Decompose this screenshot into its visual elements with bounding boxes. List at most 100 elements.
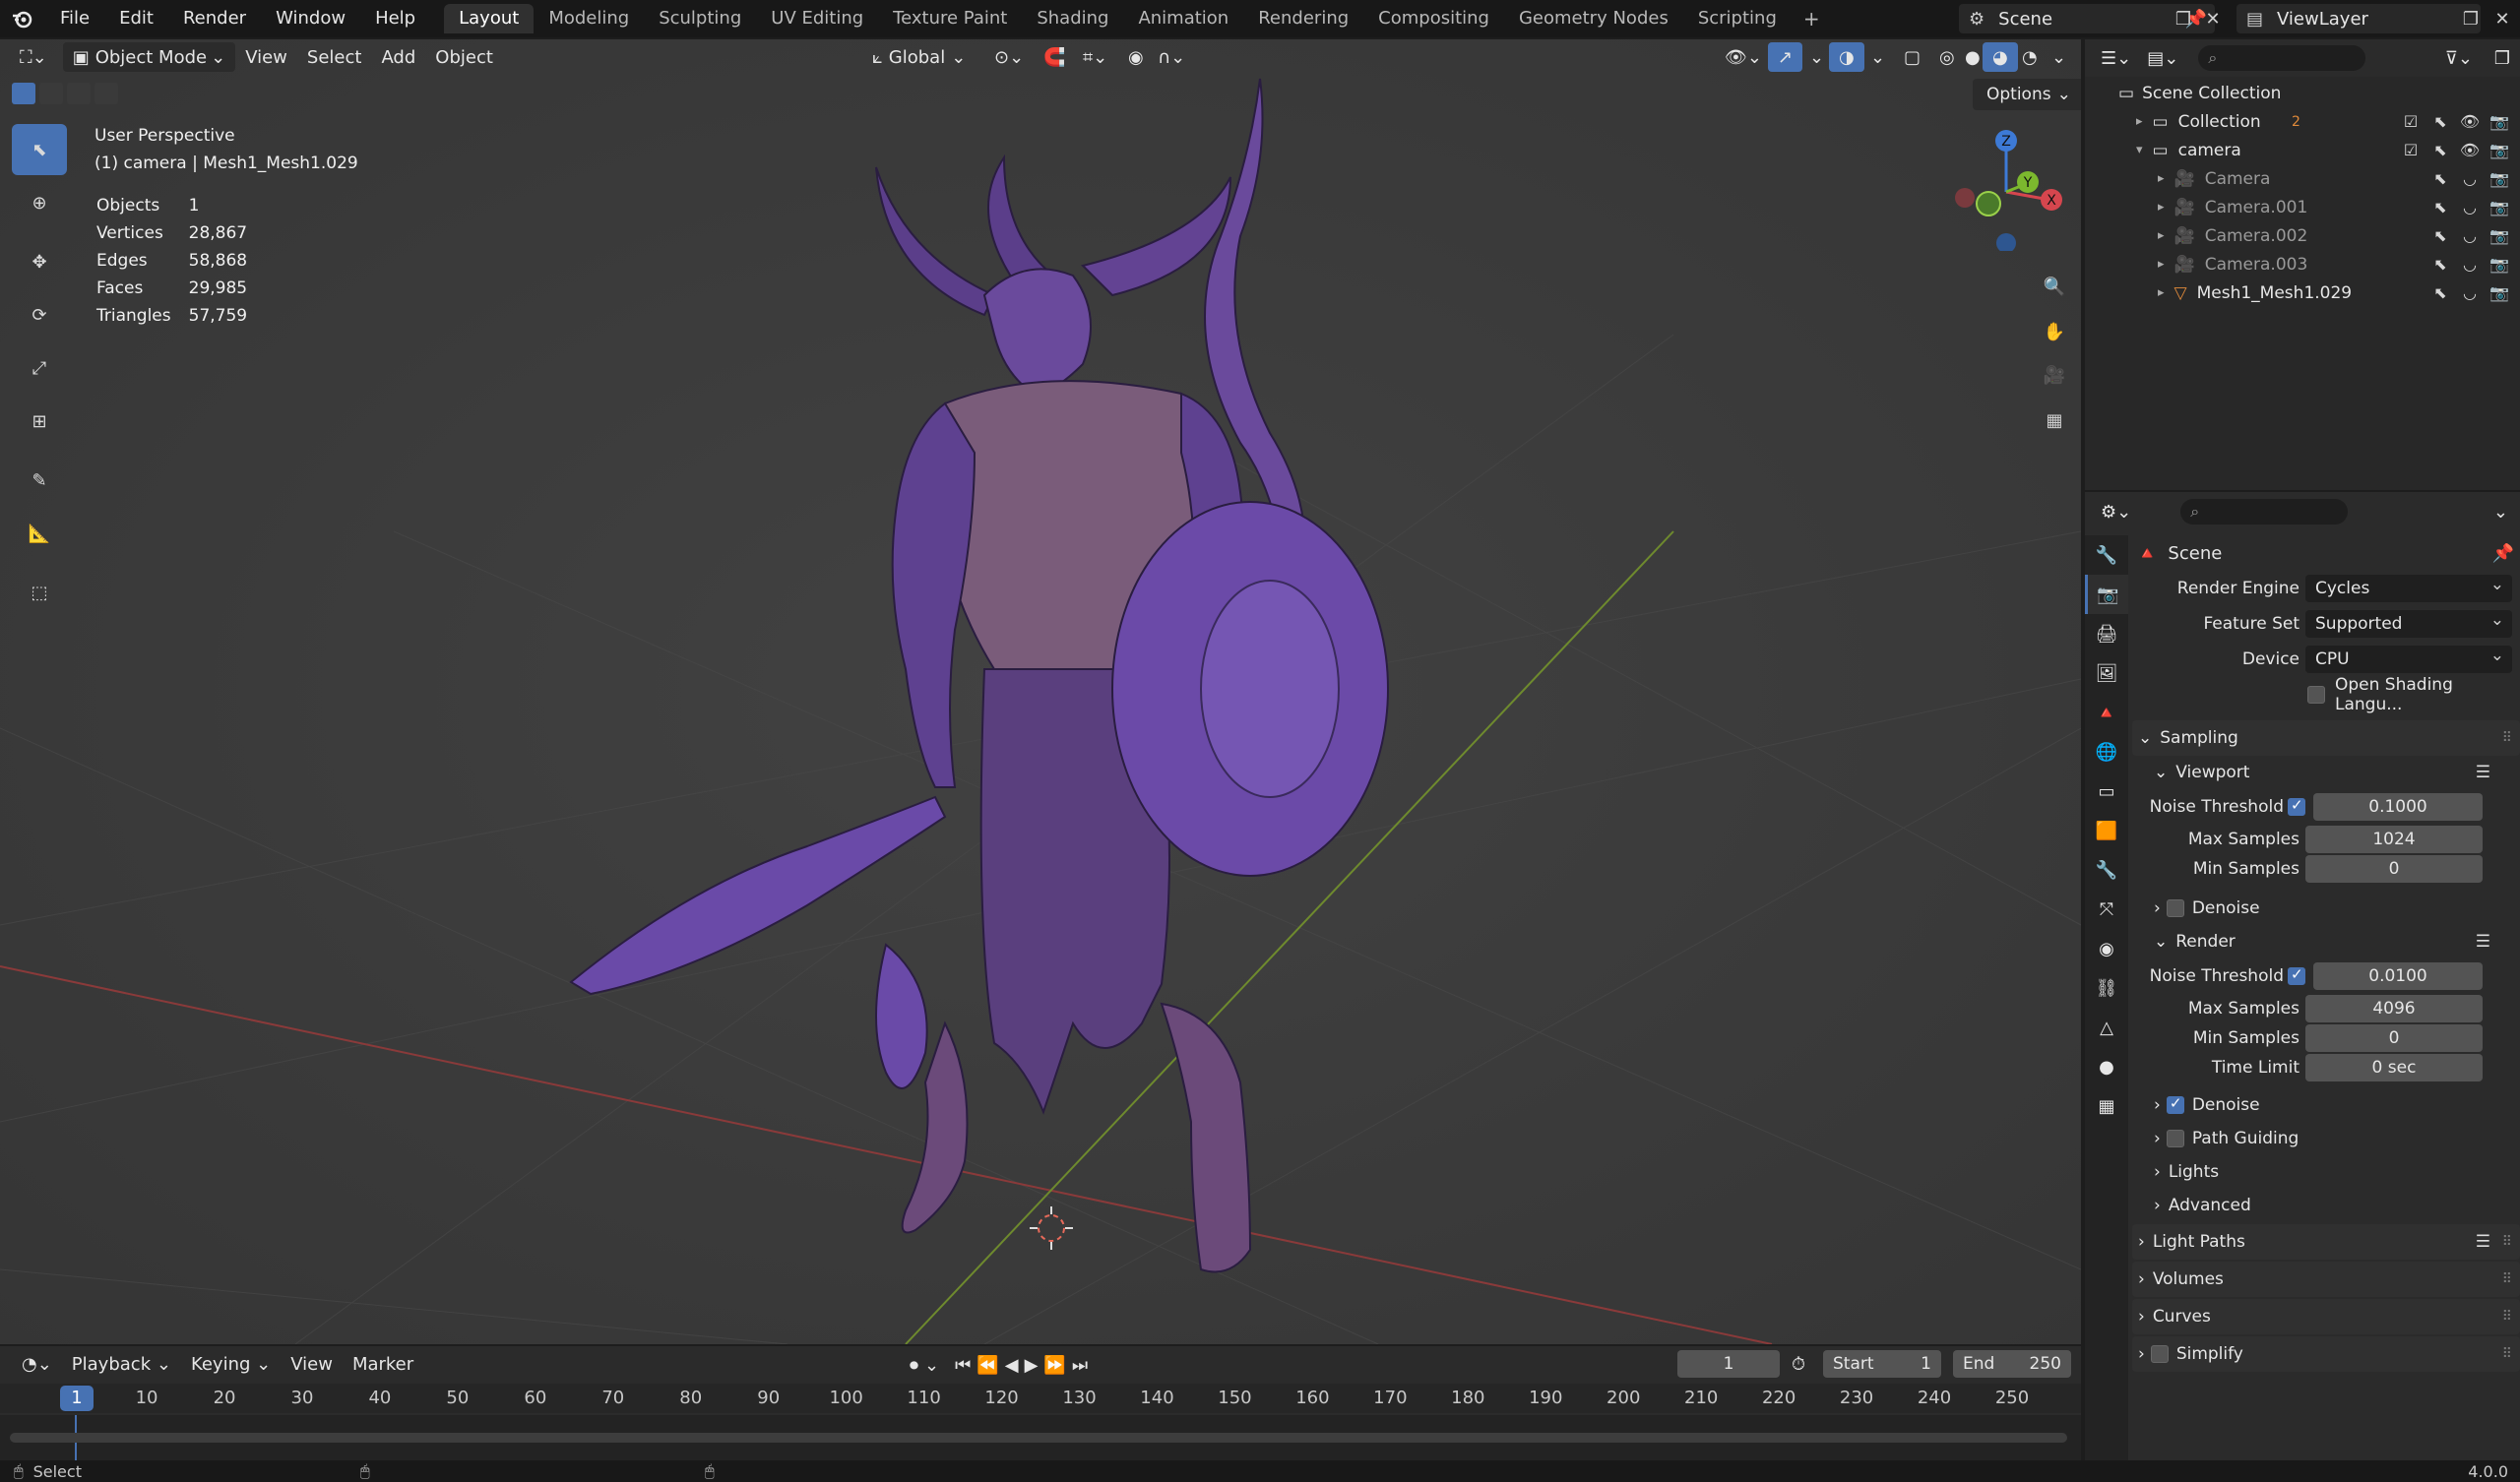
- new-scene-icon[interactable]: ❐: [2170, 5, 2197, 32]
- tab-modeling[interactable]: Modeling: [534, 4, 644, 33]
- eye-closed-icon[interactable]: ◡: [2457, 195, 2483, 220]
- navigation-gizmo[interactable]: Z Y X: [1947, 123, 2065, 251]
- presets-list-icon[interactable]: ☰: [2476, 932, 2490, 952]
- current-frame-field[interactable]: 1: [1677, 1350, 1780, 1378]
- tab-animation[interactable]: Animation: [1123, 4, 1243, 33]
- outliner-row-scene-collection[interactable]: ▭ Scene Collection: [2085, 79, 2520, 107]
- render-camera-icon[interactable]: 📷: [2487, 195, 2512, 220]
- disclosure-collapsed-icon[interactable]: ▸: [2158, 285, 2165, 300]
- eye-closed-icon[interactable]: ◡: [2457, 223, 2483, 249]
- disclosure-collapsed-icon[interactable]: ▸: [2158, 200, 2165, 215]
- r-min-samples-field[interactable]: 0: [2305, 1024, 2483, 1052]
- drag-handle-icon[interactable]: ⠿: [2502, 1271, 2512, 1287]
- delete-scene-icon[interactable]: ✕: [2199, 5, 2227, 32]
- vp-noise-threshold-checkbox[interactable]: [2288, 796, 2305, 816]
- object-tab-icon[interactable]: 🟧: [2085, 811, 2128, 850]
- physics-tab-icon[interactable]: ◉: [2085, 929, 2128, 968]
- checkbox-icon[interactable]: ☑: [2398, 138, 2424, 163]
- tab-texture-paint[interactable]: Texture Paint: [878, 4, 1022, 33]
- outliner-row[interactable]: ▾ ▭ camera ☑ ⬉ 👁 📷: [2085, 136, 2520, 164]
- end-frame-field[interactable]: End 250: [1953, 1350, 2071, 1378]
- tab-scripting[interactable]: Scripting: [1683, 4, 1792, 33]
- tab-rendering[interactable]: Rendering: [1243, 4, 1363, 33]
- menu-marker[interactable]: Marker: [343, 1349, 423, 1379]
- render-subpanel-header[interactable]: ⌄ Render ☰: [2132, 925, 2520, 958]
- timeline-editor-type-icon[interactable]: ◔⌄: [12, 1349, 62, 1379]
- render-tab-icon[interactable]: 📷: [2085, 575, 2128, 614]
- device-dropdown[interactable]: CPU: [2305, 646, 2512, 673]
- r-noise-threshold-field[interactable]: 0.0100: [2313, 962, 2483, 990]
- timeline-track[interactable]: [0, 1415, 2081, 1460]
- vp-noise-threshold-field[interactable]: 0.1000: [2313, 793, 2483, 821]
- eye-closed-icon[interactable]: ◡: [2457, 252, 2483, 278]
- vp-min-samples-field[interactable]: 0: [2305, 855, 2483, 883]
- new-view-layer-icon[interactable]: ❐: [2457, 5, 2485, 32]
- vp-max-samples-field[interactable]: 1024: [2305, 826, 2483, 853]
- properties-search-input[interactable]: ⌕: [2180, 499, 2349, 525]
- jump-keyframe-back-icon[interactable]: ⏪: [976, 1355, 998, 1376]
- tab-compositing[interactable]: Compositing: [1363, 4, 1504, 33]
- view-layer-tab-icon[interactable]: 🖼: [2085, 653, 2128, 693]
- render-camera-icon[interactable]: 📷: [2487, 166, 2512, 192]
- drag-handle-icon[interactable]: ⠿: [2502, 1309, 2512, 1325]
- texture-tab-icon[interactable]: ▦: [2085, 1086, 2128, 1126]
- camera-view-icon[interactable]: 🎥: [2034, 354, 2075, 396]
- pan-hand-icon[interactable]: ✋: [2034, 311, 2075, 352]
- tab-shading[interactable]: Shading: [1022, 4, 1123, 33]
- display-mode-icon[interactable]: ▤⌄: [2147, 48, 2178, 69]
- outliner-row[interactable]: ▸ 🎥 Camera ⬉ ◡ 📷: [2085, 164, 2520, 193]
- output-tab-icon[interactable]: 🖨: [2085, 614, 2128, 653]
- view-layer-selector[interactable]: ▤ ViewLayer: [2236, 4, 2481, 33]
- menu-timeline-view[interactable]: View: [281, 1349, 343, 1379]
- record-icon[interactable]: ⏺: [910, 1355, 918, 1376]
- disclosure-collapsed-icon[interactable]: ▸: [2158, 171, 2165, 186]
- drag-handle-icon[interactable]: ⠿: [2502, 1346, 2512, 1362]
- zoom-icon[interactable]: 🔍: [2034, 266, 2075, 307]
- presets-list-icon[interactable]: ☰: [2476, 763, 2490, 782]
- selectable-icon[interactable]: ⬉: [2427, 166, 2453, 192]
- perspective-toggle-icon[interactable]: ▦: [2034, 400, 2075, 441]
- select-extend-icon[interactable]: [39, 83, 63, 104]
- r-noise-threshold-checkbox[interactable]: [2288, 965, 2305, 985]
- menu-select[interactable]: Select: [297, 42, 372, 72]
- overlays-dropdown-icon[interactable]: ⌄: [1860, 42, 1895, 72]
- r-denoise-checkbox[interactable]: [2166, 1094, 2184, 1114]
- constraints-tab-icon[interactable]: ⛓: [2085, 968, 2128, 1008]
- selectable-icon[interactable]: ⬉: [2427, 138, 2453, 163]
- mode-selector[interactable]: ▣ Object Mode ⌄: [62, 42, 236, 72]
- cursor-tool-icon[interactable]: ⊕: [12, 177, 67, 228]
- feature-set-dropdown[interactable]: Supported: [2305, 610, 2512, 638]
- snap-icon[interactable]: 🧲: [1034, 42, 1075, 72]
- menu-view[interactable]: View: [235, 42, 297, 72]
- stopwatch-icon[interactable]: ⏱: [1792, 1354, 1805, 1375]
- play-reverse-icon[interactable]: ◀: [1005, 1355, 1019, 1376]
- viewport-subpanel-header[interactable]: ⌄ Viewport ☰: [2132, 756, 2520, 789]
- selectable-icon[interactable]: ⬉: [2427, 223, 2453, 249]
- menu-object[interactable]: Object: [425, 42, 503, 72]
- shading-dropdown-icon[interactable]: ⌄: [2042, 42, 2076, 72]
- disclosure-collapsed-icon[interactable]: ▸: [2136, 114, 2143, 129]
- scale-tool-icon[interactable]: ⤢: [12, 342, 67, 394]
- simplify-checkbox[interactable]: [2150, 1345, 2169, 1363]
- curves-panel-header[interactable]: › Curves ⠿: [2132, 1299, 2520, 1334]
- drag-handle-icon[interactable]: ⠿: [2502, 1234, 2512, 1250]
- drag-handle-icon[interactable]: ⠿: [2502, 730, 2512, 746]
- tool-tab-icon[interactable]: 🔧: [2085, 535, 2128, 575]
- overlays-toggle-icon[interactable]: ◑: [1829, 42, 1864, 72]
- render-engine-dropdown[interactable]: Cycles: [2305, 575, 2512, 602]
- select-subtract-icon[interactable]: [67, 83, 91, 104]
- visibility-icon[interactable]: 👁⌄: [1715, 42, 1772, 72]
- world-tab-icon[interactable]: 🌐: [2085, 732, 2128, 772]
- r-denoise-subpanel[interactable]: › Denoise: [2132, 1088, 2520, 1122]
- sampling-panel-header[interactable]: ⌄ Sampling ⠿: [2132, 720, 2520, 756]
- selectable-icon[interactable]: ⬉: [2427, 195, 2453, 220]
- start-frame-field[interactable]: Start 1: [1823, 1350, 1941, 1378]
- path-guiding-checkbox[interactable]: [2166, 1130, 2184, 1147]
- render-camera-icon[interactable]: 📷: [2487, 223, 2512, 249]
- timeline-ruler[interactable]: 1 10 20 30 40 50 60 70 80 90 100 110 120 130 140 150 160…: [0, 1384, 2081, 1413]
- add-workspace-button[interactable]: +: [1792, 7, 1832, 31]
- selectable-icon[interactable]: ⬉: [2427, 280, 2453, 306]
- eye-closed-icon[interactable]: ◡: [2457, 280, 2483, 306]
- disclosure-collapsed-icon[interactable]: ▸: [2158, 257, 2165, 272]
- outliner-row[interactable]: ▸ ▭ Collection 2 ☑ ⬉ 👁 📷: [2085, 107, 2520, 136]
